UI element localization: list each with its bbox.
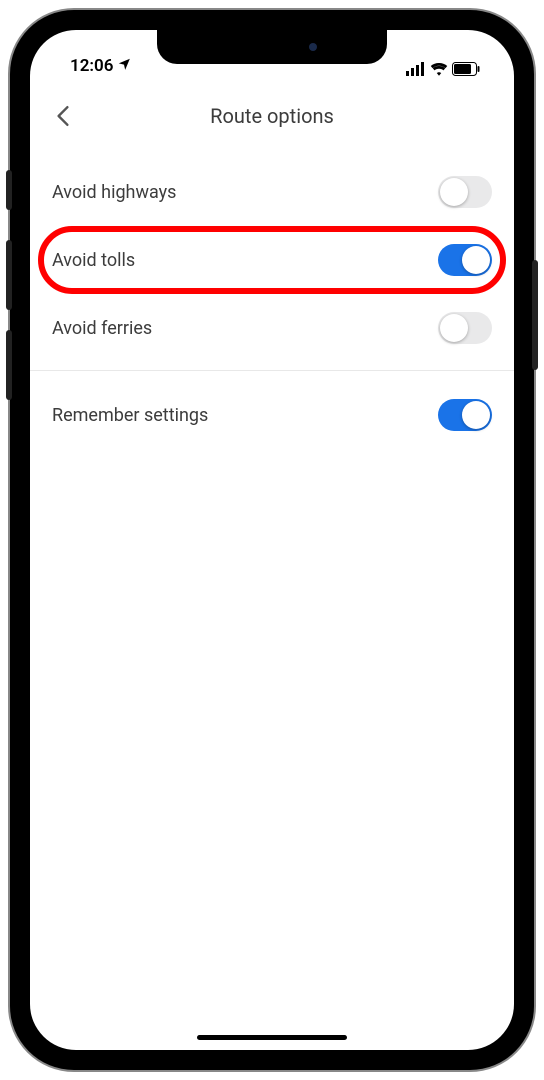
setting-remember-settings: Remember settings xyxy=(30,381,514,449)
toggle-remember-settings[interactable] xyxy=(438,399,492,431)
chevron-left-icon xyxy=(56,105,70,127)
page-title: Route options xyxy=(210,104,334,128)
wifi-icon xyxy=(430,62,448,76)
toggle-avoid-highways[interactable] xyxy=(438,176,492,208)
screen: 12:06 xyxy=(30,30,514,1050)
signal-icon xyxy=(406,62,426,76)
toggle-avoid-tolls[interactable] xyxy=(438,244,492,276)
toggle-avoid-ferries[interactable] xyxy=(438,312,492,344)
device-notch xyxy=(157,30,387,64)
setting-label: Avoid highways xyxy=(52,182,176,203)
setting-avoid-tolls: Avoid tolls xyxy=(30,226,514,294)
home-indicator xyxy=(197,1035,347,1040)
status-time: 12:06 xyxy=(70,56,113,76)
setting-label: Remember settings xyxy=(52,405,208,426)
setting-avoid-highways: Avoid highways xyxy=(30,158,514,226)
location-icon xyxy=(117,56,131,76)
nav-header: Route options xyxy=(30,86,514,146)
setting-label: Avoid tolls xyxy=(52,250,135,271)
setting-label: Avoid ferries xyxy=(52,318,152,339)
settings-list: Avoid highways Avoid tolls Avoid ferries… xyxy=(30,146,514,449)
setting-avoid-ferries: Avoid ferries xyxy=(30,294,514,362)
battery-icon xyxy=(452,62,480,76)
back-button[interactable] xyxy=(48,101,78,131)
section-divider xyxy=(30,370,514,371)
